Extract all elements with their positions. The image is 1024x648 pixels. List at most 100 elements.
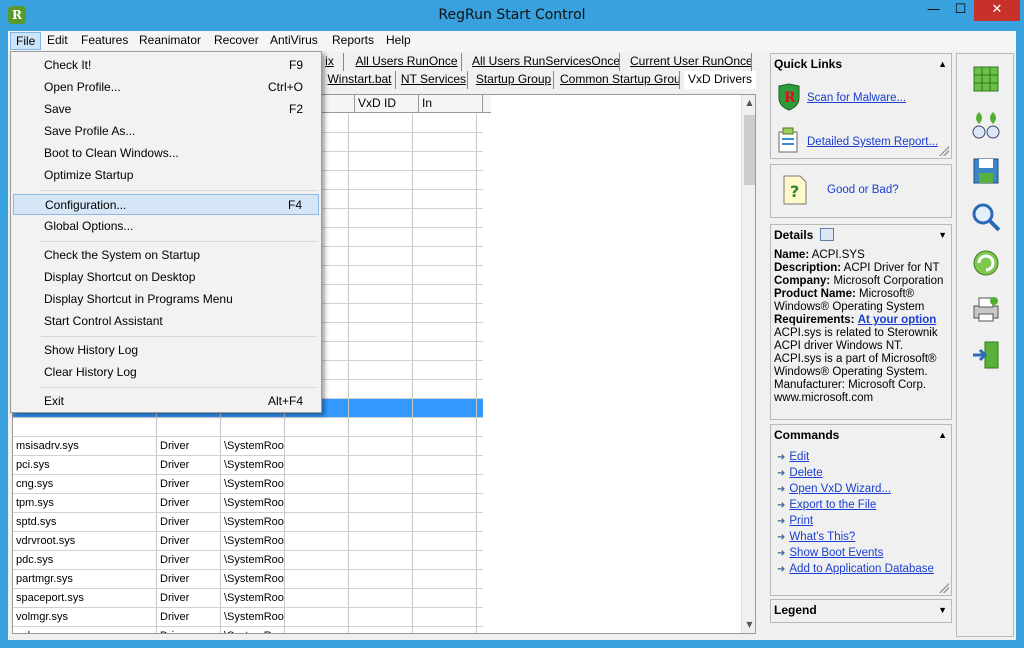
menu-item-clear-history-log[interactable]: Clear History Log [13, 362, 319, 383]
menu-item-display-shortcut-programs[interactable]: Display Shortcut in Programs Menu [13, 289, 319, 310]
legend-collapse-chevron-icon[interactable]: ▼ [938, 600, 947, 620]
menu-separator [41, 336, 317, 337]
command-link[interactable]: What's This? [789, 531, 855, 543]
good-or-bad-link[interactable]: Good or Bad? [827, 184, 899, 196]
command-item[interactable]: ➜ Print [777, 513, 813, 529]
menu-item-start-control-assistant[interactable]: Start Control Assistant [13, 311, 319, 332]
menu-item-show-history-log[interactable]: Show History Log [13, 340, 319, 361]
menu-item-optimize-startup[interactable]: Optimize Startup [13, 165, 319, 186]
command-item[interactable]: ➜ What's This? [777, 529, 855, 545]
command-item[interactable]: ➜ Export to the File [777, 497, 876, 513]
menu-reanimator[interactable]: Reanimator [134, 32, 206, 50]
column-header-in[interactable]: In [419, 95, 483, 113]
empty-cell [157, 418, 221, 437]
grid-view-icon[interactable] [969, 62, 1003, 96]
menu-item-global-options[interactable]: Global Options... [13, 216, 319, 237]
menu-edit[interactable]: Edit [42, 32, 73, 50]
command-link[interactable]: Export to the File [789, 499, 876, 511]
scroll-down-icon[interactable]: ▼ [742, 617, 755, 633]
close-button[interactable]: ✕ [974, 0, 1020, 21]
tab-nt-services[interactable]: NT Services [400, 71, 468, 89]
command-link[interactable]: Edit [789, 451, 809, 463]
vertical-scrollbar[interactable]: ▲ ▼ [741, 95, 755, 633]
driver-path-cell: \SystemRoot [221, 551, 285, 570]
quick-links-header[interactable]: Quick Links ▲ [771, 54, 951, 74]
scan-for-malware-link[interactable]: Scan for Malware... [807, 92, 906, 104]
commands-resize-grip-icon[interactable] [939, 583, 949, 593]
details-info-icon[interactable] [819, 228, 834, 241]
table-row[interactable]: pdc.sys Driver \SystemRoot [13, 551, 483, 570]
command-item[interactable]: ➜ Open VxD Wizard... [777, 481, 891, 497]
tab-all-users-runservicesonce[interactable]: All Users RunServicesOnce [472, 53, 620, 71]
command-link[interactable]: Add to Application Database [789, 563, 934, 575]
table-row[interactable]: partmgr.sys Driver \SystemRoot [13, 570, 483, 589]
tab-winstart-bat[interactable]: Winstart.bat [324, 71, 396, 89]
commands-header[interactable]: Commands ▲ [771, 425, 951, 445]
table-row[interactable]: pci.sys Driver \SystemRoot [13, 456, 483, 475]
reanimator-icon[interactable] [969, 108, 1003, 142]
menu-item-save[interactable]: Save F2 [13, 99, 319, 120]
menu-item-boot-to-clean-windows[interactable]: Boot to Clean Windows... [13, 143, 319, 164]
tab-strip-row2: Winstart.bat NT Services Startup Group C… [308, 71, 756, 89]
legend-header[interactable]: Legend ▼ [771, 600, 951, 620]
command-link[interactable]: Delete [789, 467, 822, 479]
menu-item-exit[interactable]: Exit Alt+F4 [13, 391, 319, 412]
exit-door-icon[interactable] [969, 338, 1003, 372]
details-header[interactable]: Details ▼ [771, 225, 951, 245]
detailed-system-report-link[interactable]: Detailed System Report... [807, 136, 938, 148]
commands-collapse-chevron-icon[interactable]: ▲ [938, 425, 947, 445]
table-row[interactable]: volmgr.sys Driver \SystemRoot [13, 608, 483, 627]
table-row[interactable]: volmgrx.sysDriver\SystemRoot [13, 627, 483, 633]
table-row[interactable]: spaceport.sys Driver \SystemRoot [13, 589, 483, 608]
title-bar[interactable]: R RegRun Start Control — ☐ ✕ [0, 0, 1024, 31]
command-item[interactable]: ➜ Edit [777, 449, 809, 465]
menu-file[interactable]: File [10, 32, 42, 50]
menu-item-display-shortcut-desktop[interactable]: Display Shortcut on Desktop [13, 267, 319, 288]
command-link[interactable]: Show Boot Events [789, 547, 883, 559]
requirements-link[interactable]: At your option [858, 314, 937, 326]
menu-item-check-it[interactable]: Check It! F9 [13, 55, 319, 76]
command-item[interactable]: ➜ Show Boot Events [777, 545, 883, 561]
command-link[interactable]: Print [789, 515, 813, 527]
table-row[interactable]: msisadrv.sys Driver \SystemRoot [13, 437, 483, 456]
minimize-button[interactable]: — [920, 0, 947, 21]
command-item[interactable]: ➜ Add to Application Database [777, 561, 934, 577]
empty-cell [349, 114, 413, 133]
menu-reports[interactable]: Reports [327, 32, 379, 50]
command-link[interactable]: Open VxD Wizard... [789, 483, 891, 495]
collapse-chevron-icon[interactable]: ▲ [938, 54, 947, 74]
resize-grip-icon[interactable] [939, 146, 949, 156]
scroll-thumb[interactable] [744, 115, 755, 185]
table-row[interactable]: tpm.sys Driver \SystemRoot [13, 494, 483, 513]
maximize-button[interactable]: ☐ [947, 0, 974, 21]
tab-common-startup-group[interactable]: Common Startup Group [560, 71, 680, 89]
search-magnifier-icon[interactable] [969, 200, 1003, 234]
driver-path-cell: \SystemRoot [221, 475, 285, 494]
table-row[interactable]: cng.sys Driver \SystemRoot [13, 475, 483, 494]
tab-startup-group[interactable]: Startup Group [474, 71, 554, 89]
driver-path-cell: \SystemRoot [221, 456, 285, 475]
empty-cell [285, 513, 349, 532]
tab-vxd-drivers[interactable]: VxD Drivers [684, 71, 756, 89]
printer-icon[interactable] [969, 292, 1003, 326]
menu-item-configuration[interactable]: Configuration... F4 [13, 194, 319, 215]
command-item[interactable]: ➜ Delete [777, 465, 823, 481]
menu-item-open-profile[interactable]: Open Profile... Ctrl+O [13, 77, 319, 98]
table-row[interactable]: sptd.sys Driver \SystemRoot [13, 513, 483, 532]
menu-item-save-profile-as[interactable]: Save Profile As... [13, 121, 319, 142]
table-row[interactable] [13, 418, 483, 437]
tab-current-user-runonce[interactable]: Current User RunOnce [630, 53, 752, 71]
details-collapse-chevron-icon[interactable]: ▼ [938, 225, 947, 245]
empty-cell [413, 285, 477, 304]
column-header-vxd-id[interactable]: VxD ID [355, 95, 419, 113]
menu-features[interactable]: Features [76, 32, 133, 50]
menu-item-check-system-on-startup[interactable]: Check the System on Startup [13, 245, 319, 266]
menu-recover[interactable]: Recover [209, 32, 264, 50]
table-row[interactable]: vdrvroot.sys Driver \SystemRoot [13, 532, 483, 551]
scroll-up-icon[interactable]: ▲ [742, 95, 755, 111]
save-disk-icon[interactable] [969, 154, 1003, 188]
tab-all-users-runonce[interactable]: All Users RunOnce [352, 53, 462, 71]
menu-antivirus[interactable]: AntiVirus [265, 32, 323, 50]
menu-help[interactable]: Help [381, 32, 416, 50]
recover-refresh-icon[interactable] [969, 246, 1003, 280]
